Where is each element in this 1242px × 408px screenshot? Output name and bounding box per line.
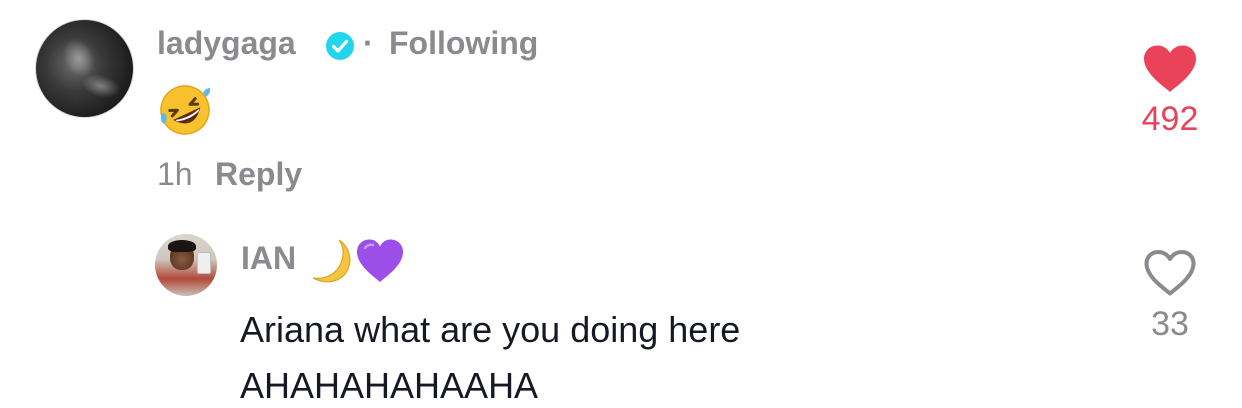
comment-thread: ladygaga · Following 1h Reply 492 IAN Ar…	[0, 0, 1242, 408]
ian-avatar[interactable]	[155, 234, 217, 296]
avatar-photo-detail	[168, 240, 196, 252]
avatar-photo-detail	[78, 70, 124, 102]
crescent-moon-emoji	[312, 239, 351, 283]
following-status[interactable]: Following	[389, 25, 538, 62]
heart-filled-icon[interactable]	[1142, 44, 1198, 94]
rolling-on-the-floor-laughing-emoji	[160, 85, 211, 135]
heart-outline-icon[interactable]	[1143, 249, 1197, 297]
comment-timestamp: 1h	[157, 156, 193, 192]
verified-badge-icon	[326, 32, 354, 60]
avatar-photo-detail	[197, 252, 211, 274]
purple-heart-emoji	[357, 239, 403, 282]
reply-text: Ariana what are you doing here AHAHAHAHA…	[240, 309, 741, 406]
reply-button[interactable]: Reply	[215, 156, 302, 193]
ladygaga-avatar[interactable]	[35, 19, 134, 118]
separator-dot: ·	[363, 25, 374, 61]
comment-username[interactable]: ladygaga	[157, 25, 296, 62]
comment-like-count: 492	[1141, 100, 1199, 138]
reply-like-count: 33	[1151, 305, 1189, 343]
reply-username[interactable]: IAN	[241, 240, 296, 277]
